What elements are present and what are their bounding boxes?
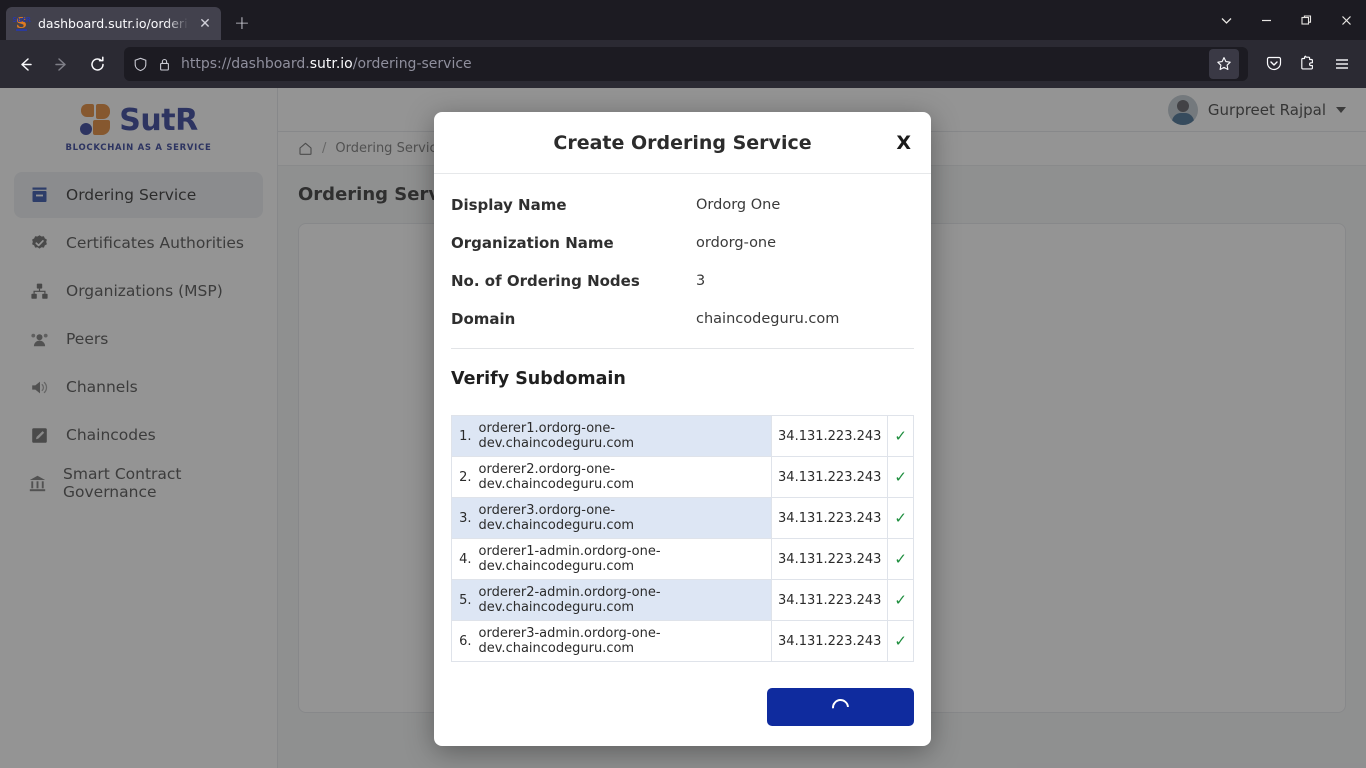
status-badge: ✓ xyxy=(887,620,914,662)
verify-subdomain-table: 1. orderer1.ordorg-one-dev.chaincodeguru… xyxy=(451,415,914,662)
browser-window: S SutR dashboard.sutr.io/orderin ✕ + htt… xyxy=(0,0,1366,768)
modal-footer xyxy=(451,662,914,726)
row-ip: 34.131.223.243 xyxy=(771,538,889,580)
table-row: 5. orderer2-admin.ordorg-one-dev.chainco… xyxy=(451,579,914,621)
detail-row: Display Name Ordorg One xyxy=(451,196,914,214)
url-path: /ordering-service xyxy=(352,56,472,72)
tab-close-icon[interactable]: ✕ xyxy=(197,16,213,32)
table-row: 6. orderer3-admin.ordorg-one-dev.chainco… xyxy=(451,620,914,662)
tab-title: dashboard.sutr.io/orderin xyxy=(38,16,190,31)
row-hostname: orderer3.ordorg-one-dev.chaincodeguru.co… xyxy=(473,497,773,539)
check-icon: ✓ xyxy=(894,427,907,445)
check-icon: ✓ xyxy=(894,550,907,568)
url-scheme: https:// xyxy=(181,56,232,72)
star-icon[interactable] xyxy=(1209,49,1239,79)
status-badge: ✓ xyxy=(887,415,914,457)
back-arrow-icon[interactable] xyxy=(8,47,42,81)
shield-icon[interactable] xyxy=(133,57,148,72)
hamburger-menu-icon[interactable] xyxy=(1326,48,1358,80)
check-icon: ✓ xyxy=(894,591,907,609)
status-badge: ✓ xyxy=(887,579,914,621)
new-tab-button[interactable]: + xyxy=(227,8,257,38)
lock-icon[interactable] xyxy=(157,57,172,72)
row-index: 5. xyxy=(451,579,474,621)
minimize-icon[interactable] xyxy=(1246,2,1286,38)
window-controls xyxy=(1206,0,1366,40)
tab-list-icon[interactable] xyxy=(1206,2,1246,38)
detail-label: No. of Ordering Nodes xyxy=(451,272,640,290)
detail-value: 3 xyxy=(696,273,706,289)
close-icon[interactable]: X xyxy=(896,132,911,154)
row-index: 6. xyxy=(451,620,474,662)
detail-row: Domain chaincodeguru.com xyxy=(451,310,914,328)
forward-arrow-icon[interactable] xyxy=(44,47,78,81)
modal-body: Display Name Ordorg One Organization Nam… xyxy=(434,174,931,746)
row-index: 2. xyxy=(451,456,474,498)
row-hostname: orderer2-admin.ordorg-one-dev.chaincodeg… xyxy=(473,579,773,621)
navigation-toolbar: https://dashboard.sutr.io/ordering-servi… xyxy=(0,40,1366,88)
status-badge: ✓ xyxy=(887,456,914,498)
row-ip: 34.131.223.243 xyxy=(771,497,889,539)
detail-row: No. of Ordering Nodes 3 xyxy=(451,272,914,290)
create-ordering-service-modal: Create Ordering Service X Display Name O… xyxy=(434,112,931,746)
table-row: 2. orderer2.ordorg-one-dev.chaincodeguru… xyxy=(451,456,914,498)
detail-value: chaincodeguru.com xyxy=(696,311,840,327)
row-index: 4. xyxy=(451,538,474,580)
row-hostname: orderer1.ordorg-one-dev.chaincodeguru.co… xyxy=(473,415,773,457)
row-ip: 34.131.223.243 xyxy=(771,620,889,662)
table-row: 4. orderer1-admin.ordorg-one-dev.chainco… xyxy=(451,538,914,580)
row-index: 1. xyxy=(451,415,474,457)
check-icon: ✓ xyxy=(894,468,907,486)
browser-tab[interactable]: S SutR dashboard.sutr.io/orderin ✕ xyxy=(6,7,221,40)
row-hostname: orderer1-admin.ordorg-one-dev.chaincodeg… xyxy=(473,538,773,580)
restore-icon[interactable] xyxy=(1286,2,1326,38)
section-divider xyxy=(451,348,914,349)
url-host-prefix: dashboard. xyxy=(231,56,310,72)
detail-label: Display Name xyxy=(451,196,567,214)
row-ip: 34.131.223.243 xyxy=(771,415,889,457)
check-icon: ✓ xyxy=(894,632,907,650)
pocket-icon[interactable] xyxy=(1258,48,1290,80)
url-host: sutr.io xyxy=(309,56,353,72)
modal-title: Create Ordering Service xyxy=(553,131,812,154)
detail-value: ordorg-one xyxy=(696,235,777,251)
url-bar[interactable]: https://dashboard.sutr.io/ordering-servi… xyxy=(124,47,1248,81)
table-row: 1. orderer1.ordorg-one-dev.chaincodeguru… xyxy=(451,415,914,457)
detail-value: Ordorg One xyxy=(696,197,781,213)
row-hostname: orderer3-admin.ordorg-one-dev.chaincodeg… xyxy=(473,620,773,662)
detail-label: Domain xyxy=(451,310,516,328)
sutr-favicon-icon: S SutR xyxy=(12,13,31,32)
status-badge: ✓ xyxy=(887,538,914,580)
status-badge: ✓ xyxy=(887,497,914,539)
extensions-icon[interactable] xyxy=(1292,48,1324,80)
detail-label: Organization Name xyxy=(451,234,614,252)
detail-row: Organization Name ordorg-one xyxy=(451,234,914,252)
verify-subdomain-title: Verify Subdomain xyxy=(451,369,626,389)
row-ip: 34.131.223.243 xyxy=(771,579,889,621)
modal-header: Create Ordering Service X xyxy=(434,112,931,174)
row-ip: 34.131.223.243 xyxy=(771,456,889,498)
tab-strip: S SutR dashboard.sutr.io/orderin ✕ + xyxy=(0,0,1366,40)
page-viewport: SutR BLOCKCHAIN AS A SERVICE Ordering Se… xyxy=(0,88,1366,768)
submit-button[interactable] xyxy=(767,688,914,726)
url-text: https://dashboard.sutr.io/ordering-servi… xyxy=(181,56,472,72)
spinner-icon xyxy=(828,695,853,719)
row-hostname: orderer2.ordorg-one-dev.chaincodeguru.co… xyxy=(473,456,773,498)
close-icon[interactable] xyxy=(1326,2,1366,38)
row-index: 3. xyxy=(451,497,474,539)
reload-icon[interactable] xyxy=(80,47,114,81)
table-row: 3. orderer3.ordorg-one-dev.chaincodeguru… xyxy=(451,497,914,539)
check-icon: ✓ xyxy=(894,509,907,527)
